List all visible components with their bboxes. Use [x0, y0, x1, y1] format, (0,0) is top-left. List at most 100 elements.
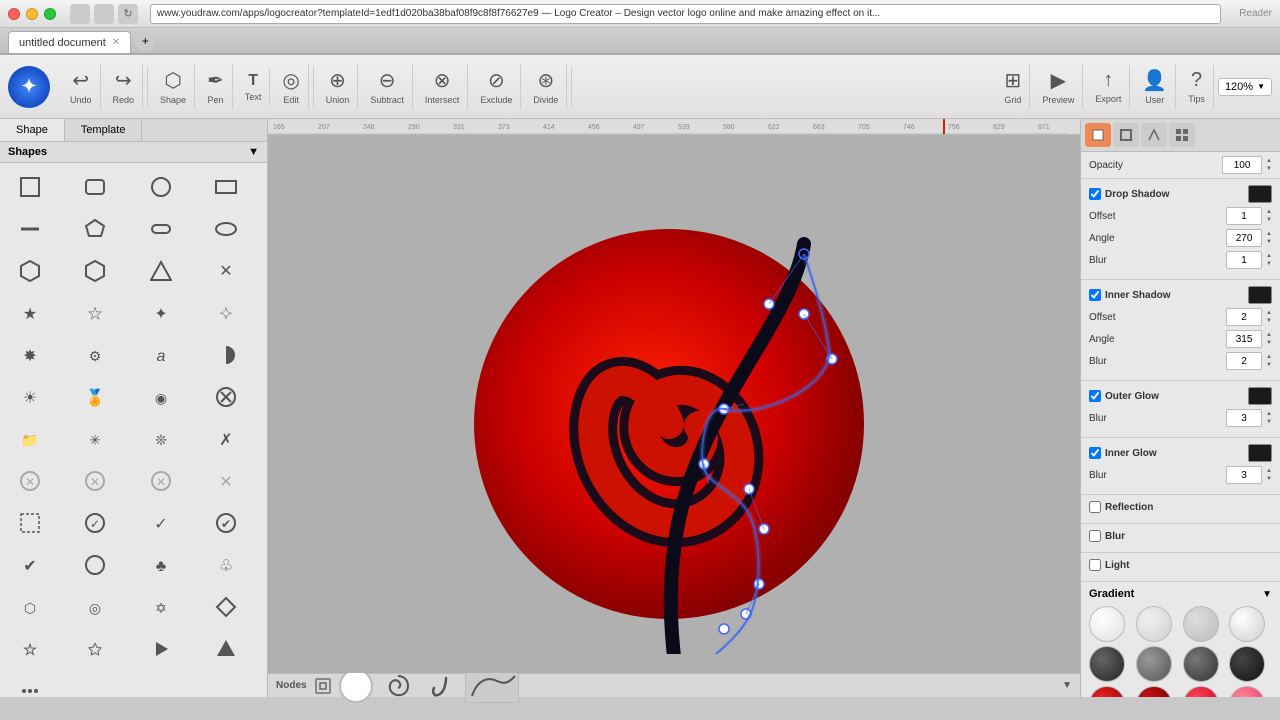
arrange-icon-btn[interactable] — [1169, 123, 1195, 147]
shape-square[interactable] — [4, 167, 56, 207]
canvas-container[interactable] — [268, 135, 1080, 673]
shape-rounded-rect[interactable] — [69, 167, 121, 207]
shape-oval[interactable] — [200, 209, 252, 249]
node-circle-tool[interactable] — [339, 669, 373, 703]
redo-icon[interactable]: ↪ — [115, 68, 132, 93]
shape-star-outline[interactable]: ☆ — [4, 629, 56, 669]
tab-shape[interactable]: Shape — [0, 119, 65, 141]
shape-star-outline2[interactable]: ✩ — [69, 629, 121, 669]
shape-x-circle4[interactable]: ✕ — [135, 461, 187, 501]
shape-star-spiky2[interactable]: ✦ — [200, 293, 252, 333]
fx-icon-btn[interactable] — [1141, 123, 1167, 147]
text-tool[interactable]: T Text — [237, 68, 271, 106]
swatch-red1[interactable] — [1089, 686, 1125, 697]
union-tool[interactable]: ⊕ Union — [318, 64, 359, 109]
shape-star-spiky[interactable]: ✦ — [135, 293, 187, 333]
inner-glow-checkbox[interactable] — [1089, 447, 1101, 459]
shape-tool[interactable]: ⬡ Shape — [152, 64, 195, 109]
shape-target[interactable]: ◎ — [69, 587, 121, 627]
shape-badge2[interactable]: ◉ — [135, 377, 187, 417]
grid-tool[interactable]: ⊞ Grid — [996, 64, 1030, 109]
shape-play-left[interactable] — [135, 629, 187, 669]
light-checkbox[interactable] — [1089, 559, 1101, 571]
shape-circle[interactable] — [135, 167, 187, 207]
shape-x-plain[interactable]: ✕ — [200, 461, 252, 501]
shape-check-circle2[interactable]: ✔ — [200, 503, 252, 543]
address-bar[interactable]: www.youdraw.com/apps/logocreator?templat… — [150, 4, 1221, 24]
ig-blur-input[interactable] — [1226, 466, 1262, 484]
node-shape-preview[interactable] — [465, 669, 519, 703]
shapes-expand-icon[interactable]: ▼ — [248, 146, 259, 158]
drop-shadow-checkbox[interactable] — [1089, 188, 1101, 200]
outer-glow-checkbox[interactable] — [1089, 390, 1101, 402]
new-tab-button[interactable]: + — [135, 31, 155, 51]
undo-icon[interactable]: ↩ — [72, 68, 89, 93]
user-tool[interactable]: 👤 User — [1134, 64, 1176, 109]
preview-tool[interactable]: ▶ Preview — [1034, 64, 1083, 109]
shape-dots[interactable] — [4, 671, 56, 697]
swatch-charcoal[interactable] — [1183, 646, 1219, 682]
node-select-tool[interactable] — [315, 678, 331, 694]
edit-tool[interactable]: ◎ Edit — [274, 64, 308, 109]
divide-tool[interactable]: ⊛ Divide — [525, 64, 567, 109]
reader-button[interactable]: Reader — [1239, 8, 1272, 19]
shape-rectangle[interactable] — [200, 167, 252, 207]
shape-compass[interactable]: ✳ — [69, 419, 121, 459]
inner-glow-color[interactable] — [1248, 444, 1272, 462]
shape-circle-outline[interactable] — [69, 545, 121, 585]
swatch-white2[interactable] — [1136, 606, 1172, 642]
inner-shadow-checkbox[interactable] — [1089, 289, 1101, 301]
ds-offset-input[interactable] — [1226, 207, 1262, 225]
active-tab[interactable]: untitled document ✕ — [8, 31, 131, 53]
shape-x-circle2[interactable]: ✕ — [4, 461, 56, 501]
zoom-dropdown-icon[interactable]: ▼ — [1257, 82, 1265, 91]
shape-hline[interactable] — [4, 209, 56, 249]
is-blur-input[interactable] — [1226, 352, 1262, 370]
reflection-checkbox[interactable] — [1089, 501, 1101, 513]
shape-club2[interactable]: ♧ — [200, 545, 252, 585]
node-swirl-tool[interactable] — [381, 669, 415, 703]
intersect-tool[interactable]: ⊗ Intersect — [417, 64, 469, 109]
shape-x-circle3[interactable]: ✕ — [69, 461, 121, 501]
tab-close-icon[interactable]: ✕ — [112, 37, 120, 48]
swatch-grey[interactable] — [1136, 646, 1172, 682]
ds-blur-spinner[interactable]: ▲▼ — [1266, 252, 1272, 268]
refresh-icon[interactable]: ↻ — [118, 4, 138, 24]
ds-blur-input[interactable] — [1226, 251, 1262, 269]
shape-cross[interactable]: ✕ — [200, 251, 252, 291]
stroke-icon-btn[interactable] — [1113, 123, 1139, 147]
shape-half-circle[interactable] — [200, 335, 252, 375]
fill-icon-btn[interactable] — [1085, 123, 1111, 147]
shape-badge[interactable]: 🏅 — [69, 377, 121, 417]
close-btn[interactable] — [8, 8, 20, 20]
back-button[interactable]: ‹ — [70, 4, 90, 24]
ds-angle-spinner[interactable]: ▲▼ — [1266, 230, 1272, 246]
drop-shadow-color[interactable] — [1248, 185, 1272, 203]
pen-tool[interactable]: ✒ Pen — [199, 64, 233, 109]
swatch-white[interactable] — [1089, 606, 1125, 642]
shape-club[interactable]: ♣ — [135, 545, 187, 585]
exclude-tool[interactable]: ⊘ Exclude — [472, 64, 521, 109]
shape-checkbox-dashed[interactable] — [4, 503, 56, 543]
is-angle-input[interactable] — [1226, 330, 1262, 348]
tab-template[interactable]: Template — [65, 119, 143, 141]
shape-star-david[interactable]: ✡ — [135, 587, 187, 627]
shape-checkmark-bold[interactable]: ✓ — [135, 503, 187, 543]
og-blur-input[interactable] — [1226, 409, 1262, 427]
subtract-tool[interactable]: ⊖ Subtract — [362, 64, 413, 109]
swatch-darkgrey[interactable] — [1089, 646, 1125, 682]
blur-checkbox[interactable] — [1089, 530, 1101, 542]
export-tool[interactable]: ↑ Export — [1087, 65, 1130, 108]
shape-letter-a[interactable]: a — [135, 335, 187, 375]
opacity-spinner[interactable]: ▲ ▼ — [1266, 157, 1272, 173]
shape-check-circle[interactable]: ✓ — [69, 503, 121, 543]
swatch-black[interactable] — [1229, 646, 1265, 682]
shape-pill[interactable] — [135, 209, 187, 249]
opacity-input[interactable] — [1222, 156, 1262, 174]
shape-x-mark[interactable]: ✗ — [200, 419, 252, 459]
ds-offset-spinner[interactable]: ▲▼ — [1266, 208, 1272, 224]
swatch-red2[interactable] — [1136, 686, 1172, 697]
shape-star5-outline[interactable]: ★ — [69, 293, 121, 333]
shape-sunburst[interactable]: ✸ — [4, 335, 56, 375]
zoom-control[interactable]: 120% ▼ — [1218, 78, 1272, 96]
